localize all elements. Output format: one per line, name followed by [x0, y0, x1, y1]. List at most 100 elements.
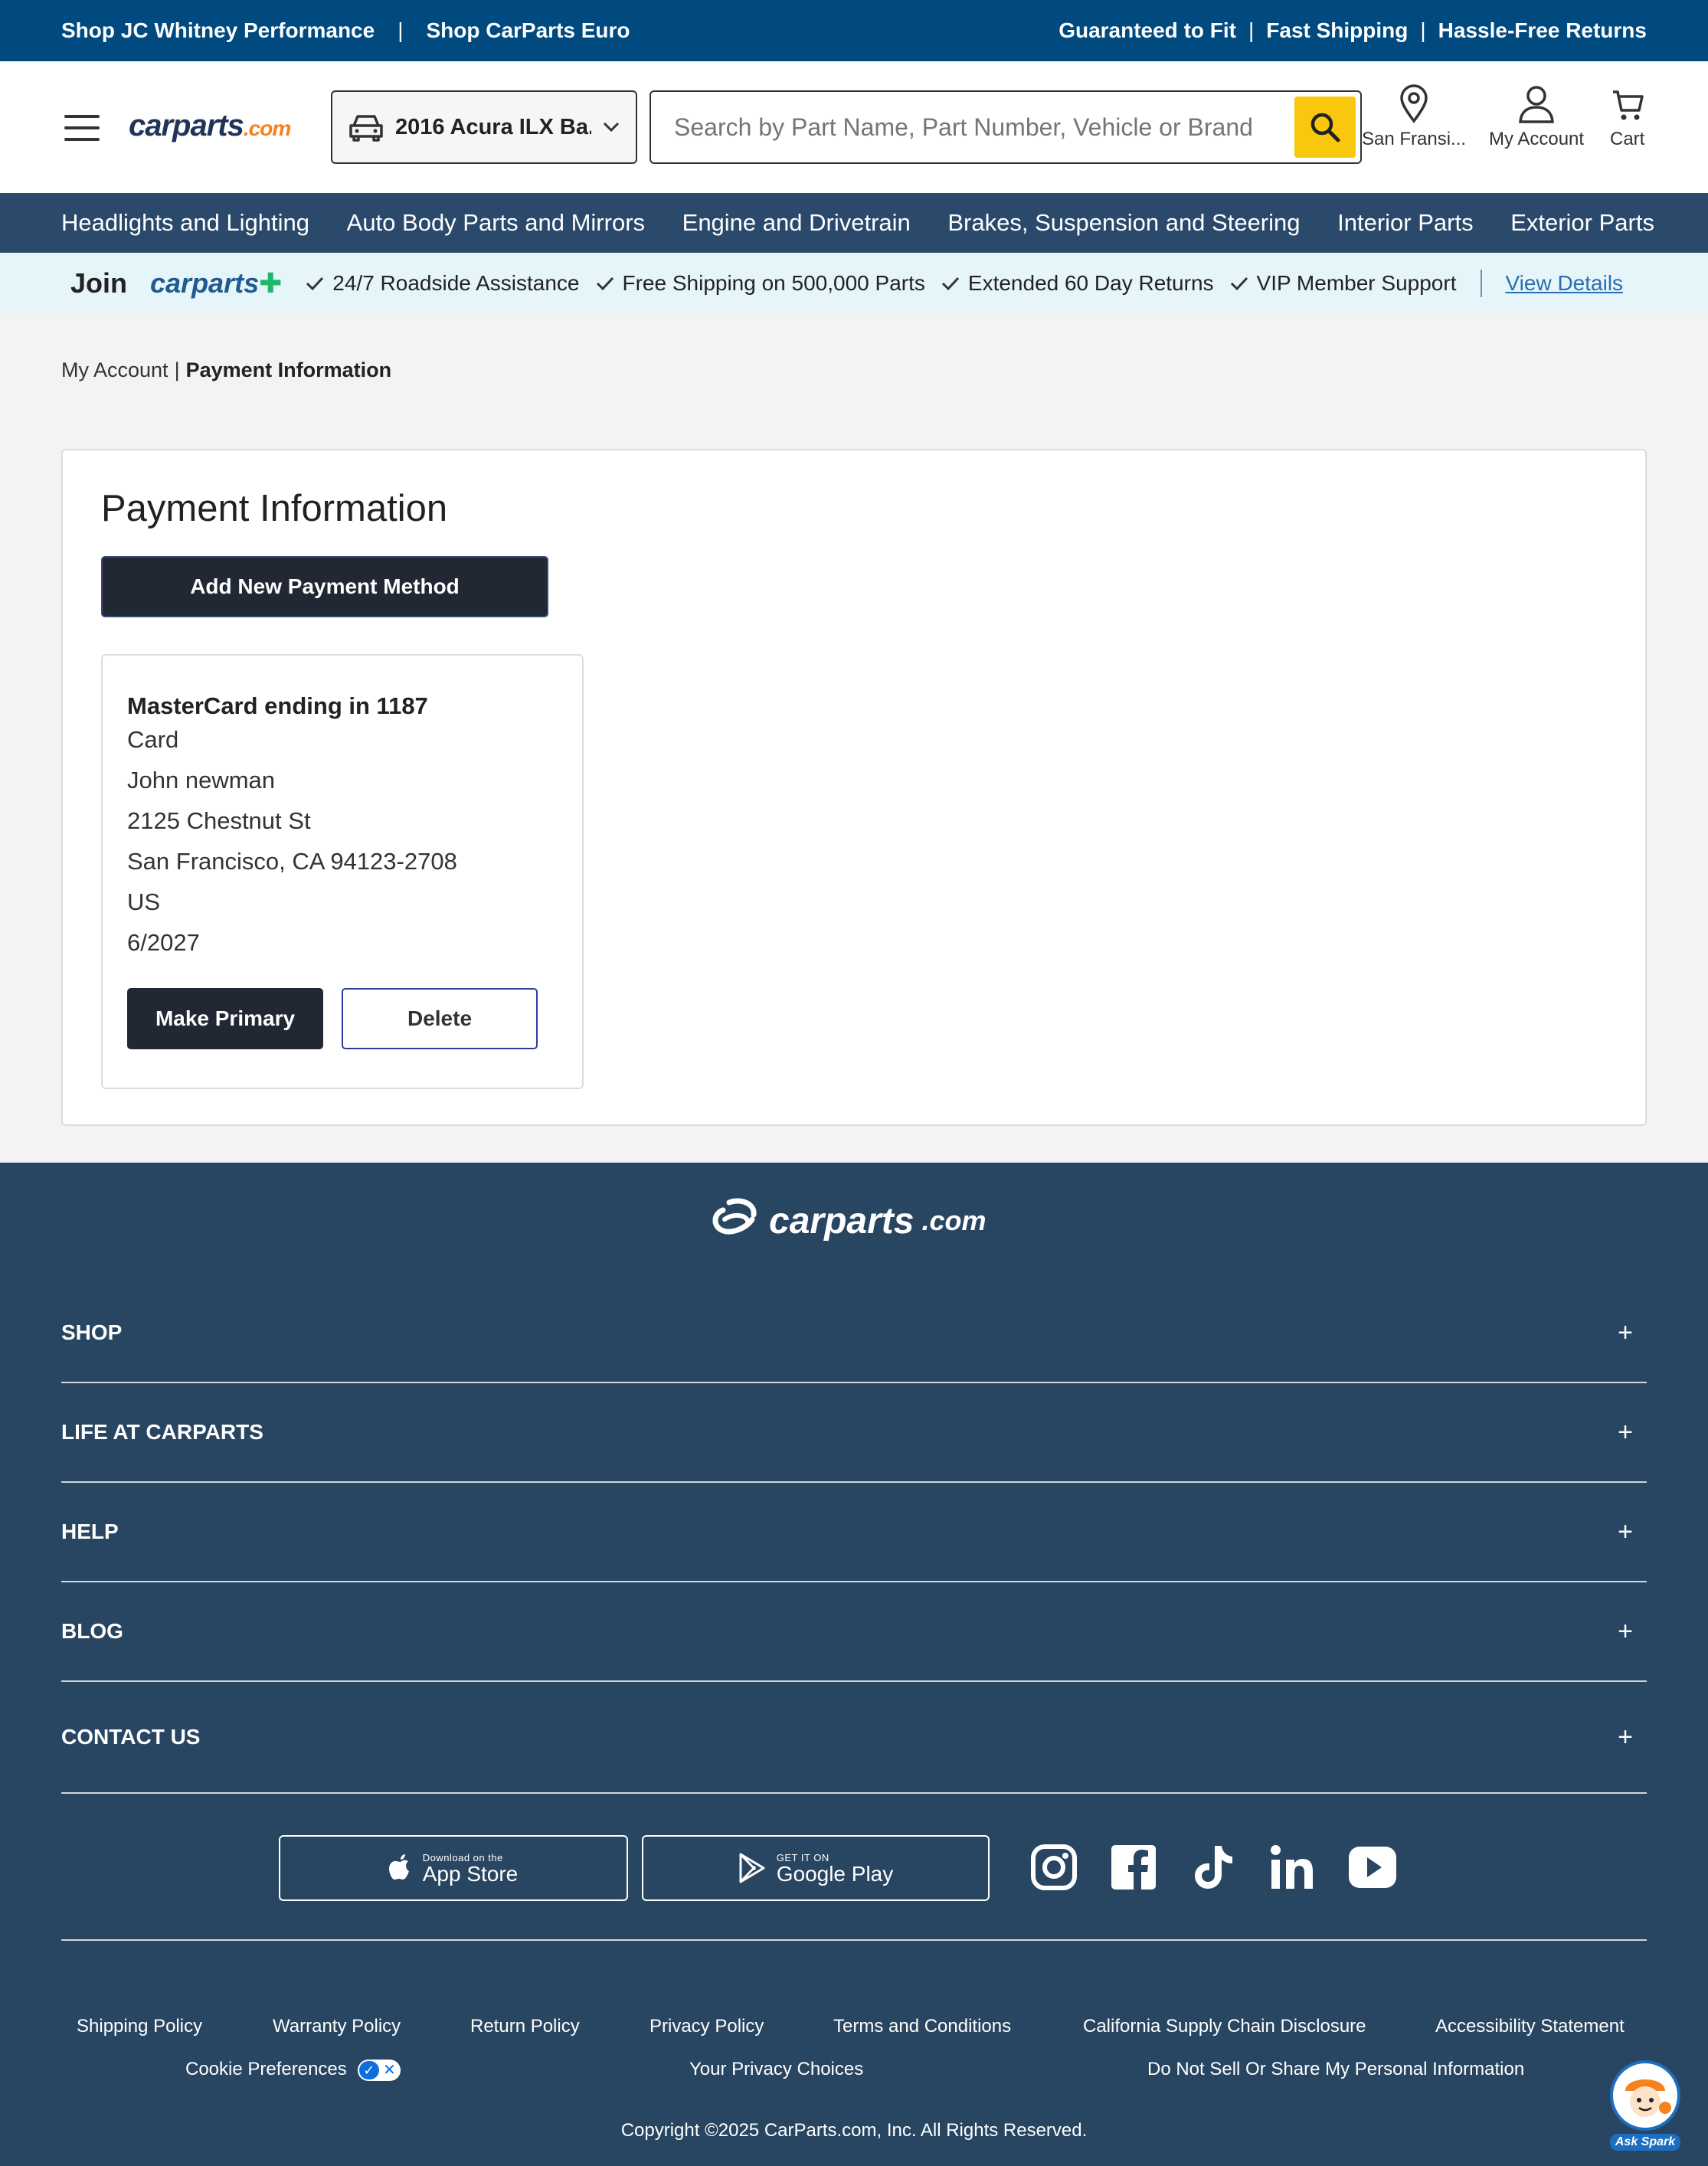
plus-icon: ✚ [259, 267, 283, 299]
footer-section-label: BLOG [61, 1619, 123, 1643]
privacy-policy-link[interactable]: Privacy Policy [649, 2016, 764, 2037]
top-bar-separator: | [398, 18, 404, 42]
linkedin-icon[interactable] [1268, 1843, 1317, 1892]
spark-mascot-icon [1610, 2060, 1680, 2131]
site-footer: carparts .com SHOP + LIFE AT CARPARTS + HEL… [0, 1163, 1708, 2166]
top-bar-right: Guaranteed to Fit | Fast Shipping | Hass… [1059, 0, 1647, 61]
google-play-text: Google Play [776, 1861, 894, 1886]
top-bar-left: Shop JC Whitney Performance | Shop CarPa… [61, 0, 630, 61]
google-play-button[interactable]: GET IT ON Google Play [642, 1835, 990, 1901]
billing-address-line1: 2125 Chestnut St [127, 807, 311, 834]
footer-section-contact-us[interactable]: CONTACT US + [61, 1682, 1647, 1794]
site-header: carparts.com 2016 Acura ILX Ba... San Fr… [0, 61, 1708, 193]
membership-feature: Free Shipping on 500,000 Parts [595, 271, 925, 296]
search-button[interactable] [1294, 97, 1356, 158]
search-input[interactable] [674, 106, 1271, 149]
footer-section-blog[interactable]: BLOG + [61, 1582, 1647, 1682]
footer-logo-text: carparts [769, 1200, 915, 1242]
cookie-preferences-link[interactable]: Cookie Preferences ✓ ✕ [185, 2059, 401, 2081]
footer-section-shop[interactable]: SHOP + [61, 1284, 1647, 1383]
nav-auto-body-parts[interactable]: Auto Body Parts and Mirrors [347, 209, 645, 237]
check-icon [306, 276, 324, 291]
footer-section-label: LIFE AT CARPARTS [61, 1420, 263, 1444]
hassle-free-returns-link[interactable]: Hassle-Free Returns [1438, 18, 1647, 43]
accessibility-statement-link[interactable]: Accessibility Statement [1435, 2016, 1625, 2037]
privacy-toggle-icon: ✓ ✕ [357, 2059, 401, 2081]
cart-button[interactable]: Cart [1610, 84, 1644, 150]
plus-logo-text: carparts [150, 267, 260, 299]
view-details-link[interactable]: View Details [1505, 271, 1623, 296]
footer-logo[interactable]: carparts .com [708, 1198, 986, 1244]
nav-interior-parts[interactable]: Interior Parts [1337, 209, 1473, 237]
vehicle-selector[interactable]: 2016 Acura ILX Ba... [331, 90, 637, 164]
breadcrumb-my-account[interactable]: My Account [61, 358, 169, 382]
breadcrumb-separator: | [174, 358, 180, 381]
plus-icon: + [1618, 1517, 1633, 1546]
plus-icon: + [1618, 1722, 1633, 1752]
your-privacy-choices-link[interactable]: Your Privacy Choices [689, 2059, 863, 2080]
carparts-logo[interactable]: carparts.com [129, 109, 291, 143]
ask-spark-chat-button[interactable]: Ask Spark [1610, 2060, 1680, 2152]
category-nav: Headlights and Lighting Auto Body Parts … [0, 193, 1708, 253]
my-account-button[interactable]: My Account [1489, 84, 1584, 150]
carparts-plus-logo: carparts✚ [150, 267, 282, 299]
fast-shipping-link[interactable]: Fast Shipping [1266, 18, 1408, 43]
instagram-icon[interactable] [1029, 1843, 1078, 1892]
top-promo-bar: Shop JC Whitney Performance | Shop CarPa… [0, 0, 1708, 61]
cardholder-name: John newman [127, 767, 276, 793]
terms-conditions-link[interactable]: Terms and Conditions [833, 2016, 1011, 2037]
billing-address-line2: San Francisco, CA 94123-2708 [127, 848, 457, 875]
delete-button[interactable]: Delete [342, 988, 538, 1049]
cart-icon [1612, 90, 1644, 120]
footer-section-label: HELP [61, 1520, 119, 1543]
carparts-swoosh-icon [712, 1198, 757, 1235]
menu-icon[interactable] [64, 115, 100, 141]
shop-carparts-euro-link[interactable]: Shop CarParts Euro [426, 18, 630, 43]
guaranteed-fit-link[interactable]: Guaranteed to Fit [1059, 18, 1236, 43]
payment-type: Card [127, 726, 179, 753]
payment-method-card: MasterCard ending in 1187 Card John newm… [101, 654, 584, 1089]
payment-method-title: MasterCard ending in 1187 [127, 692, 428, 719]
feature-text: Extended 60 Day Returns [967, 271, 1214, 295]
footer-section-label: CONTACT US [61, 1725, 201, 1749]
nav-engine-drivetrain[interactable]: Engine and Drivetrain [682, 209, 911, 237]
vehicle-name: 2016 Acura ILX Ba... [395, 114, 591, 139]
location-pin-icon [1400, 84, 1428, 123]
payment-information-panel: Payment Information Add New Payment Meth… [61, 449, 1647, 1126]
cart-label: Cart [1610, 129, 1645, 149]
membership-banner: Join carparts✚ 24/7 Roadside Assistance … [0, 253, 1708, 314]
footer-section-label: SHOP [61, 1320, 123, 1344]
location-label: San Fransi... [1362, 129, 1467, 149]
make-primary-button[interactable]: Make Primary [127, 988, 323, 1049]
shipping-policy-link[interactable]: Shipping Policy [77, 2016, 202, 2037]
app-store-text: App Store [422, 1861, 519, 1886]
app-store-button[interactable]: Download on the App Store [279, 1835, 628, 1901]
footer-section-life-at-carparts[interactable]: LIFE AT CARPARTS + [61, 1383, 1647, 1483]
plus-icon: + [1618, 1417, 1633, 1447]
ask-spark-label: Ask Spark [1610, 2134, 1680, 2151]
membership-feature: Extended 60 Day Returns [941, 271, 1214, 296]
membership-feature: 24/7 Roadside Assistance [305, 271, 580, 296]
youtube-icon[interactable] [1348, 1843, 1397, 1892]
add-payment-method-button[interactable]: Add New Payment Method [101, 556, 548, 617]
chevron-down-icon [603, 122, 620, 133]
return-policy-link[interactable]: Return Policy [470, 2016, 580, 2037]
warranty-policy-link[interactable]: Warranty Policy [273, 2016, 401, 2037]
nav-headlights-lighting[interactable]: Headlights and Lighting [61, 209, 309, 237]
breadcrumb-current: Payment Information [185, 358, 392, 381]
check-icon [1230, 276, 1248, 291]
car-icon [349, 115, 383, 142]
location-selector[interactable]: San Fransi... [1362, 84, 1466, 150]
shop-jc-whitney-link[interactable]: Shop JC Whitney Performance [61, 18, 375, 43]
user-icon [1519, 86, 1554, 123]
nav-exterior-parts[interactable]: Exterior Parts [1510, 209, 1654, 237]
footer-section-help[interactable]: HELP + [61, 1483, 1647, 1582]
plus-icon: + [1618, 1317, 1633, 1347]
do-not-sell-link[interactable]: Do Not Sell Or Share My Personal Informa… [1147, 2059, 1524, 2080]
nav-brakes-suspension[interactable]: Brakes, Suspension and Steering [947, 209, 1300, 237]
tiktok-icon[interactable] [1189, 1843, 1238, 1892]
billing-country: US [127, 888, 161, 915]
california-supply-chain-link[interactable]: California Supply Chain Disclosure [1083, 2016, 1366, 2037]
facebook-icon[interactable] [1109, 1843, 1158, 1892]
logo-text: carparts [129, 109, 244, 142]
